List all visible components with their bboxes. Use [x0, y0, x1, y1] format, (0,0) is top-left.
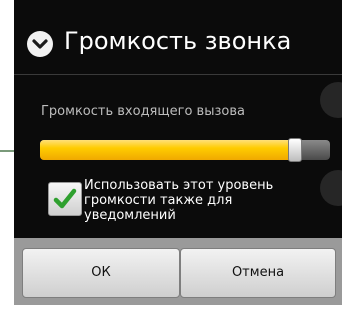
notification-volume-checkbox[interactable]	[48, 182, 82, 216]
checkbox-label: Использовать этот уровень громкости такж…	[84, 178, 274, 223]
cancel-button[interactable]: Отмена	[180, 248, 336, 298]
volume-slider[interactable]	[40, 138, 330, 162]
checkmark-icon	[53, 188, 77, 209]
dialog-button-bar: ОК Отмена	[14, 238, 342, 305]
slider-fill	[40, 140, 296, 160]
volume-label: Громкость входящего вызова	[41, 104, 245, 119]
background-circle	[320, 82, 342, 118]
bottom-edge	[14, 305, 342, 316]
slider-thumb[interactable]	[288, 138, 303, 162]
dialog-title: Громкость звонка	[64, 27, 292, 55]
notification-volume-checkbox-row[interactable]: Использовать этот уровень громкости такж…	[48, 178, 328, 232]
volume-dialog: Громкость звонка Громкость входящего выз…	[14, 0, 342, 305]
ok-button[interactable]: ОК	[22, 248, 180, 298]
title-divider	[14, 74, 342, 75]
chevron-down-circle-icon	[27, 31, 53, 57]
dialog-title-bar: Громкость звонка	[14, 0, 342, 72]
